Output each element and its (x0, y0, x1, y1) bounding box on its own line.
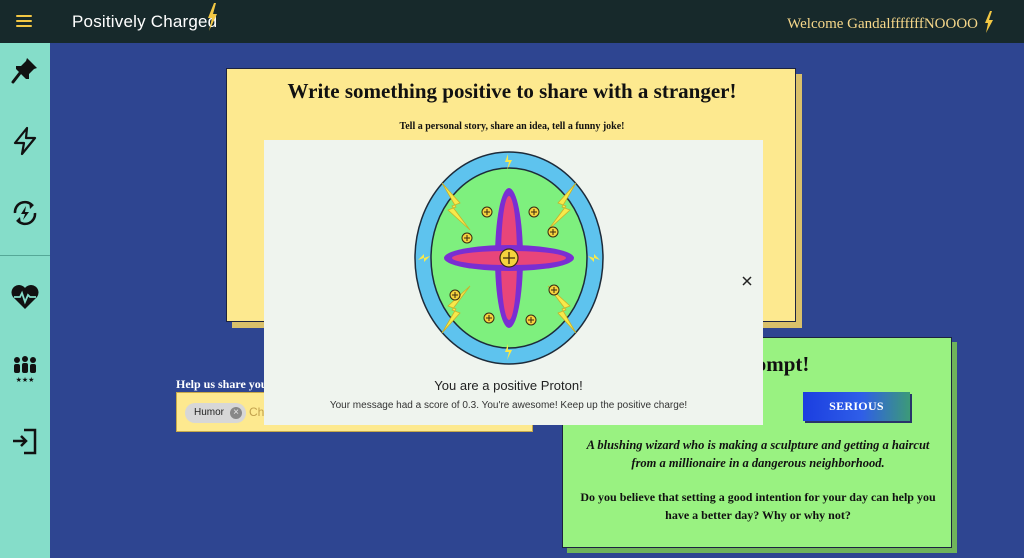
prompt-question: Do you believe that setting a good inten… (580, 490, 936, 522)
tags-label: Help us share you (176, 377, 268, 391)
hamburger-menu-icon[interactable] (14, 12, 34, 32)
sidebar-divider (0, 255, 50, 256)
lightning-icon (13, 126, 37, 156)
welcome-bolt-icon (985, 11, 993, 33)
sidebar: ★★★ (0, 43, 50, 558)
welcome-text: Welcome GandalfffffffNOOOO (787, 16, 978, 32)
sidebar-item-logout[interactable] (0, 416, 50, 466)
tags-input[interactable]: Ch (249, 405, 264, 419)
community-icon: ★★★ (14, 356, 36, 384)
pin-icon (11, 58, 37, 84)
prompt-text: A blushing wizard who is making a sculpt… (586, 438, 930, 470)
chip-remove-icon[interactable]: × (230, 407, 243, 419)
heartbeat-icon (11, 285, 39, 309)
svg-text:★★★: ★★★ (16, 376, 35, 384)
result-modal: You are a positive Proton! Your message … (264, 140, 763, 425)
sidebar-item-community[interactable]: ★★★ (0, 344, 50, 394)
sidebar-item-pin[interactable] (0, 45, 50, 95)
brand-logo[interactable]: Positively Charged (72, 12, 217, 32)
modal-message: Your message had a score of 0.3. You're … (329, 400, 688, 411)
brand-bolt-icon (208, 3, 217, 31)
write-card-subtitle: Tell a personal story, share an idea, te… (399, 121, 625, 132)
sidebar-item-charge[interactable] (0, 116, 50, 166)
refresh-charge-icon (13, 200, 37, 226)
modal-title: You are a positive Proton! (434, 378, 583, 393)
top-bar: Positively Charged Welcome Gandalfffffff… (0, 0, 1024, 43)
tag-chip-label: Humor (194, 407, 225, 418)
write-card-title: Write something positive to share with a… (287, 79, 737, 103)
tag-chip-humor[interactable]: Humor × (185, 403, 247, 423)
sidebar-item-health[interactable] (0, 272, 50, 322)
logout-icon (13, 428, 37, 455)
sidebar-item-recharge[interactable] (0, 188, 50, 238)
proton-icon (414, 151, 604, 365)
serious-button[interactable]: SERIOUS (803, 392, 910, 421)
close-icon[interactable] (740, 274, 754, 288)
